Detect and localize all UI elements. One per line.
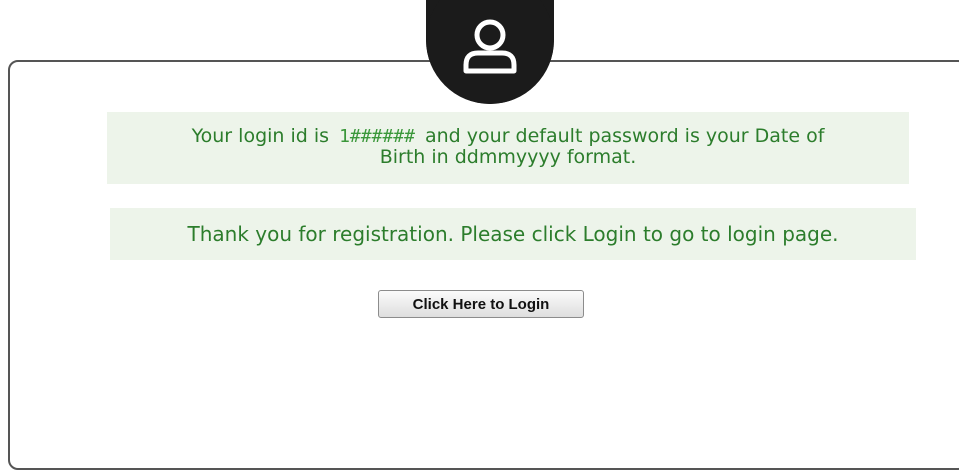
user-icon <box>463 19 517 74</box>
login-id-prefix: Your login id is <box>191 125 330 147</box>
login-id-line-1: Your login id is 1###### and your defaul… <box>107 125 909 148</box>
login-id-notice: Your login id is 1###### and your defaul… <box>107 112 909 184</box>
login-id-value: 1###### <box>339 126 415 147</box>
login-id-line-1-suffix: and your default password is your Date o… <box>425 125 825 147</box>
login-id-line-2: Birth in ddmmyyyy format. <box>379 146 637 168</box>
login-button[interactable]: Click Here to Login <box>378 290 584 318</box>
registration-thanks-notice: Thank you for registration. Please click… <box>110 208 916 260</box>
